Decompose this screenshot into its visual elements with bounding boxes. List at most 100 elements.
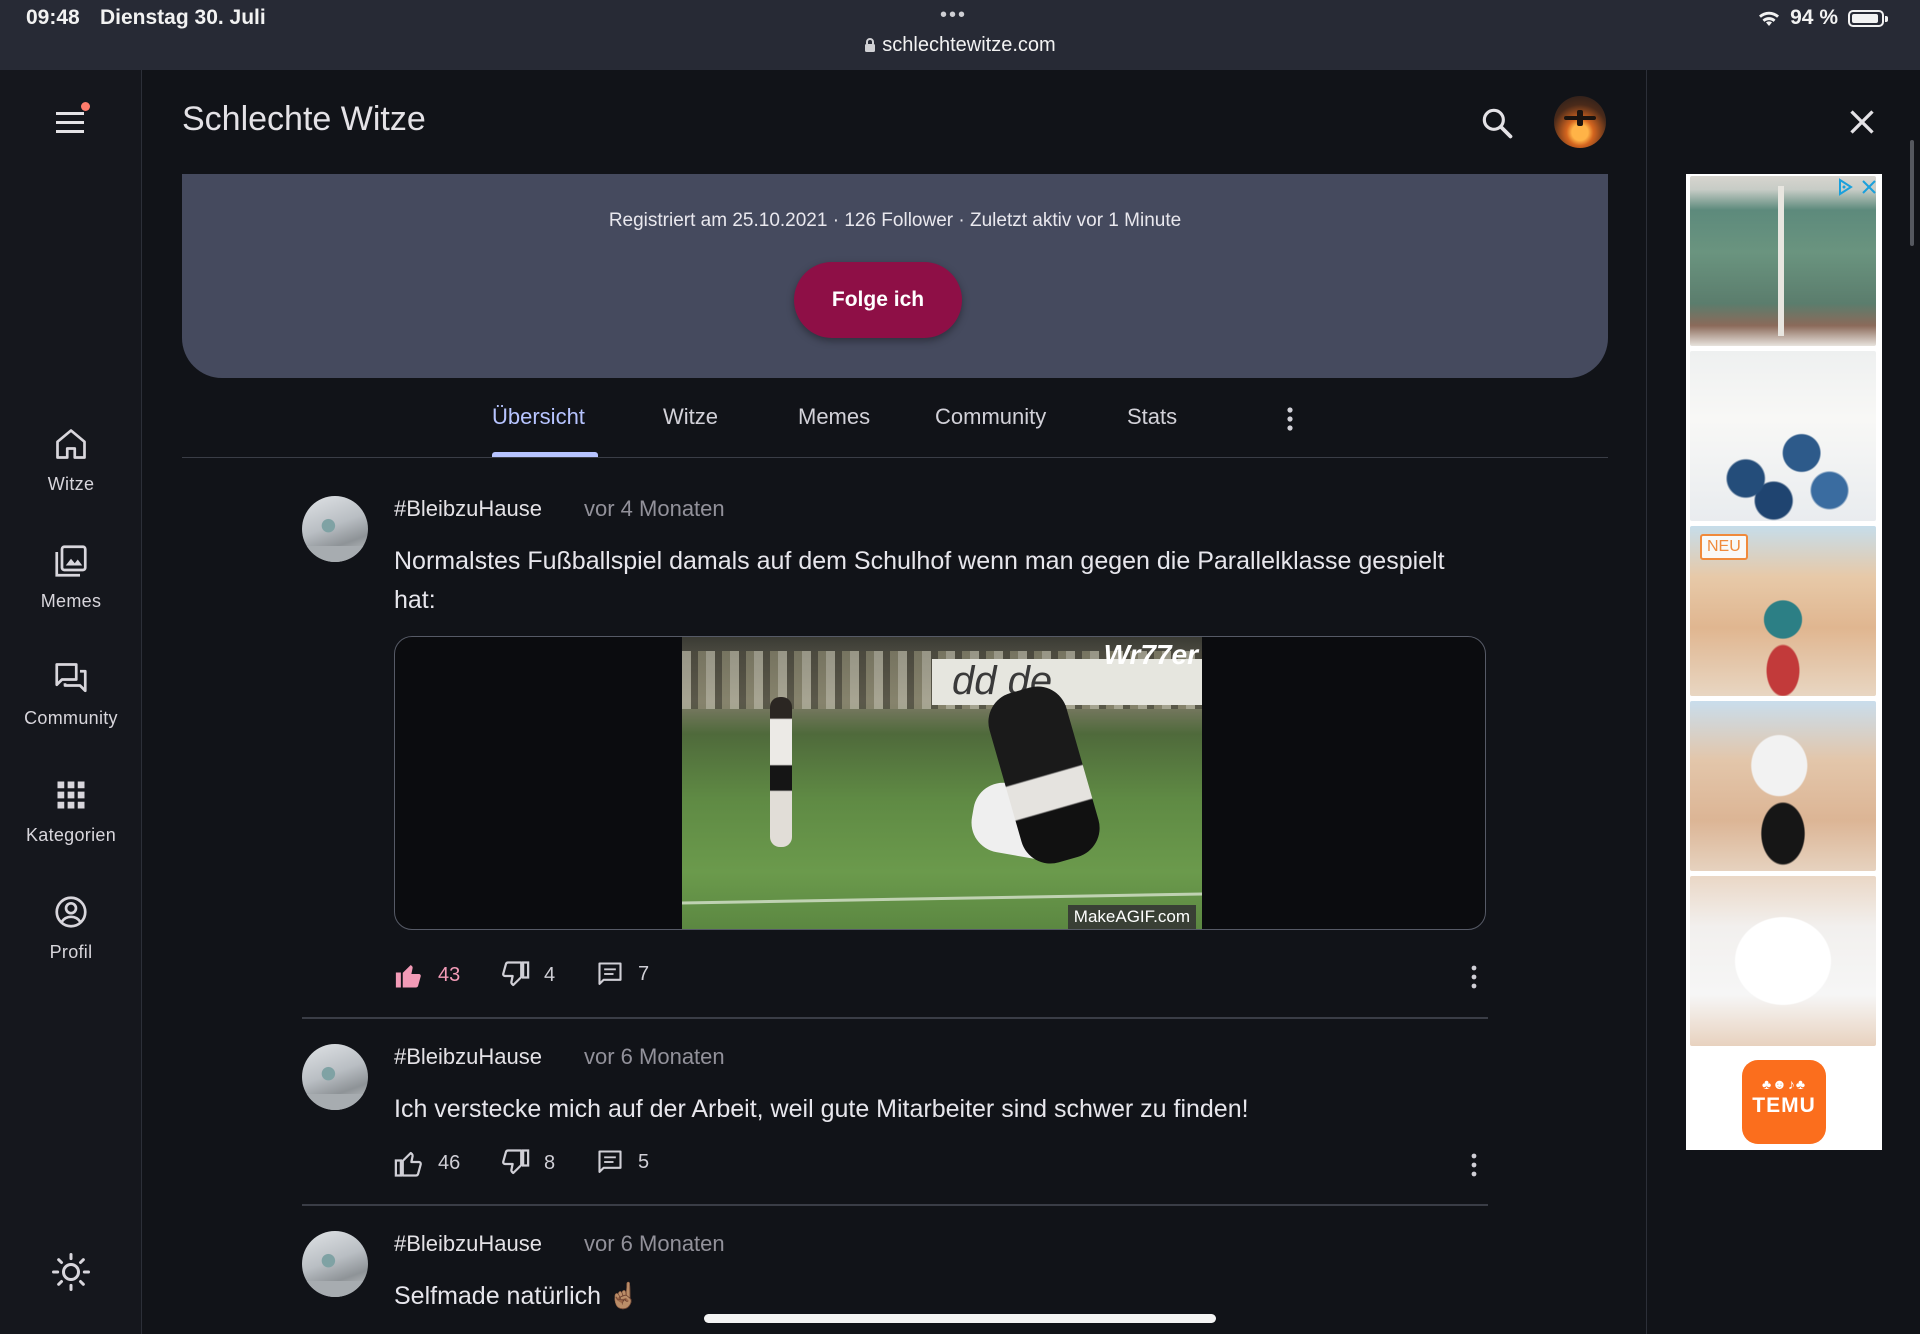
post-text: Ich verstecke mich auf der Arbeit, weil … bbox=[394, 1095, 1249, 1123]
post-text: Normalstes Fußballspiel damals auf dem S… bbox=[394, 547, 1445, 614]
rail-item-profil[interactable]: Profil bbox=[0, 894, 142, 963]
comment-icon bbox=[598, 962, 622, 985]
rail-item-kategorien[interactable]: Kategorien bbox=[0, 777, 142, 846]
ad-product-shorts[interactable] bbox=[1690, 876, 1876, 1046]
profile-tabs: Übersicht Witze Memes Community Stats bbox=[182, 378, 1608, 458]
status-bar: 09:48 Dienstag 30. Juli ••• schlechtewit… bbox=[0, 0, 1920, 70]
theme-toggle-button[interactable] bbox=[51, 1252, 91, 1292]
thumb-up-icon bbox=[394, 1151, 422, 1177]
address-bar[interactable]: schlechtewitze.com bbox=[0, 34, 1920, 57]
navigation-rail: Witze Memes Community Kategorien Profil bbox=[0, 70, 142, 1334]
temu-logo-icons: ♣☻♪♣ bbox=[1761, 1076, 1807, 1092]
post-time: vor 6 Monaten bbox=[584, 1044, 725, 1069]
more-vert-icon[interactable] bbox=[1462, 1150, 1486, 1180]
follow-button[interactable]: Folge ich bbox=[794, 262, 962, 338]
post-author[interactable]: #BleibzuHause bbox=[394, 1044, 542, 1070]
author-avatar[interactable] bbox=[302, 1044, 368, 1110]
rail-item-memes[interactable]: Memes bbox=[0, 543, 142, 612]
more-vert-icon[interactable] bbox=[1278, 404, 1302, 434]
adchoices-icon[interactable] bbox=[1836, 178, 1854, 196]
tab-uebersicht[interactable]: Übersicht bbox=[492, 404, 585, 430]
status-time: 09:48 bbox=[26, 6, 80, 29]
post: #BleibzuHause vor 4 Monaten Normalstes F… bbox=[302, 496, 1488, 989]
gif-pitch-line bbox=[682, 892, 1202, 905]
comment-count: 5 bbox=[638, 1150, 650, 1173]
tab-stats[interactable]: Stats bbox=[1127, 404, 1177, 430]
comment-button[interactable]: 7 bbox=[596, 960, 649, 988]
search-icon bbox=[1482, 108, 1513, 139]
advertisement[interactable]: NEU ♣☻♪♣ TEMU bbox=[1686, 174, 1882, 1150]
url-text: schlechtewitze.com bbox=[882, 34, 1056, 56]
lock-icon bbox=[865, 38, 876, 52]
ad-close-icon[interactable] bbox=[1860, 178, 1878, 196]
football-gif[interactable]: dd de Wr77er MakeAGIF.com bbox=[682, 637, 1202, 929]
gif-player bbox=[770, 697, 792, 847]
more-vert-icon[interactable] bbox=[1462, 962, 1486, 992]
top-app-bar: Schlechte Witze bbox=[142, 70, 1646, 174]
post-media[interactable]: dd de Wr77er MakeAGIF.com bbox=[394, 636, 1486, 930]
ad-product-swimsuit[interactable] bbox=[1690, 701, 1876, 871]
dislike-count: 4 bbox=[544, 963, 556, 986]
side-divider bbox=[1646, 70, 1647, 1334]
avatar-airplane-body bbox=[1577, 110, 1583, 126]
comment-icon bbox=[598, 1150, 622, 1173]
temu-logo[interactable]: ♣☻♪♣ TEMU bbox=[1742, 1060, 1826, 1144]
post-author[interactable]: #BleibzuHause bbox=[394, 1231, 542, 1257]
temu-brand-label: TEMU bbox=[1752, 1094, 1816, 1117]
dislike-button[interactable]: 4 bbox=[500, 960, 555, 990]
multitasking-dots-icon[interactable]: ••• bbox=[940, 4, 967, 27]
forum-icon bbox=[55, 663, 87, 693]
like-count: 43 bbox=[438, 963, 461, 986]
rail-item-label: Kategorien bbox=[25, 825, 117, 845]
rail-item-label: Profil bbox=[49, 942, 93, 962]
menu-button[interactable] bbox=[52, 102, 92, 138]
comment-button[interactable]: 5 bbox=[596, 1148, 649, 1176]
post: #BleibzuHause vor 6 Monaten Ich versteck… bbox=[302, 1044, 1488, 1177]
ad-product-bikini[interactable]: NEU bbox=[1690, 526, 1876, 696]
wifi-icon bbox=[1759, 11, 1780, 26]
tab-community[interactable]: Community bbox=[935, 404, 1046, 430]
search-button[interactable] bbox=[1478, 104, 1518, 144]
ad-product-dress[interactable] bbox=[1690, 351, 1876, 521]
post-actions: 43 4 7 bbox=[394, 960, 1486, 996]
profile-meta: Registriert am 25.10.2021 · 126 Follower… bbox=[608, 210, 1182, 231]
battery-percent: 94 % bbox=[1790, 6, 1838, 29]
status-date: Dienstag 30. Juli bbox=[100, 6, 266, 29]
post-text: Selfmade natürlich ☝🏽 bbox=[394, 1282, 640, 1310]
close-ad-panel-button[interactable] bbox=[1844, 104, 1880, 140]
like-button[interactable]: 43 bbox=[394, 960, 460, 990]
page-scrollbar[interactable] bbox=[1910, 140, 1914, 246]
ad-new-badge: NEU bbox=[1700, 534, 1748, 560]
post-actions: 46 8 5 bbox=[394, 1148, 1486, 1184]
post-time: vor 4 Monaten bbox=[584, 496, 725, 521]
thumb-down-icon bbox=[502, 1149, 530, 1175]
dislike-button[interactable]: 8 bbox=[500, 1148, 555, 1178]
post-divider bbox=[302, 1204, 1488, 1206]
home-icon bbox=[56, 429, 86, 459]
thumb-up-filled-icon bbox=[395, 965, 421, 988]
tab-witze[interactable]: Witze bbox=[663, 404, 718, 430]
post-divider bbox=[302, 1017, 1488, 1019]
user-avatar[interactable] bbox=[1554, 96, 1606, 148]
author-avatar[interactable] bbox=[302, 496, 368, 562]
gif-watermark-bottom: MakeAGIF.com bbox=[1067, 905, 1196, 929]
author-avatar[interactable] bbox=[302, 1231, 368, 1297]
grid-icon bbox=[57, 781, 85, 809]
thumb-down-icon bbox=[502, 961, 530, 987]
rail-item-label: Memes bbox=[40, 591, 102, 611]
ad-product-pants[interactable] bbox=[1690, 176, 1876, 346]
like-count: 46 bbox=[438, 1151, 461, 1174]
gif-watermark-top: Wr77er bbox=[1103, 639, 1198, 670]
status-right: 94 % bbox=[1758, 6, 1888, 30]
account-circle-icon bbox=[55, 896, 87, 928]
dislike-count: 8 bbox=[544, 1151, 556, 1174]
tab-memes[interactable]: Memes bbox=[798, 404, 870, 430]
post-author[interactable]: #BleibzuHause bbox=[394, 496, 542, 522]
rail-item-community[interactable]: Community bbox=[0, 660, 142, 729]
rail-item-witze[interactable]: Witze bbox=[0, 426, 142, 495]
like-button[interactable]: 46 bbox=[394, 1148, 460, 1178]
home-indicator[interactable] bbox=[704, 1314, 1216, 1323]
rail-item-label: Witze bbox=[47, 474, 95, 494]
page-title: Schlechte Witze bbox=[182, 100, 426, 138]
menu-icon bbox=[56, 112, 84, 133]
